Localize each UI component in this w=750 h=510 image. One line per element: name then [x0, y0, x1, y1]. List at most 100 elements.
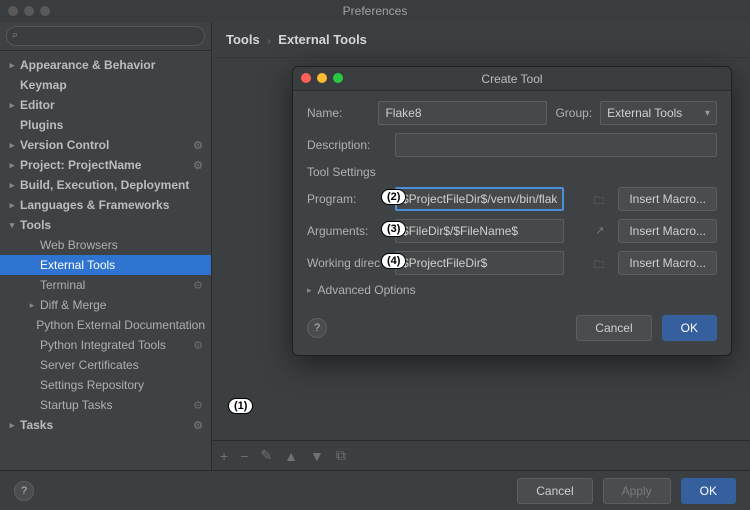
dialog-ok-button[interactable]: OK — [662, 315, 717, 341]
breadcrumb-separator-icon: › — [267, 36, 270, 47]
sidebar-item-label: Web Browsers — [40, 238, 118, 252]
copy-button[interactable]: ⧉ — [336, 447, 346, 464]
sidebar-item-label: Appearance & Behavior — [20, 58, 155, 72]
folder-icon[interactable]: 🗀 — [593, 256, 604, 275]
up-button[interactable]: ▲ — [284, 448, 298, 464]
external-tools-toolbar: + − ✎ ▲ ▼ ⧉ — [212, 440, 750, 470]
gear-icon: ⚙ — [193, 139, 203, 152]
program-input[interactable] — [395, 187, 564, 211]
workdir-input[interactable] — [395, 251, 564, 275]
sidebar-item[interactable]: ▸Tasks⚙ — [0, 415, 211, 435]
advanced-options-toggle[interactable]: ▸ Advanced Options — [307, 283, 717, 297]
sidebar-item[interactable]: ▸Build, Execution, Deployment — [0, 175, 211, 195]
preferences-sidebar: ⌕ ▸Appearance & BehaviorKeymap▸EditorPlu… — [0, 22, 212, 470]
sidebar-item-label: Project: ProjectName — [20, 158, 141, 172]
sidebar-tree: ▸Appearance & BehaviorKeymap▸EditorPlugi… — [0, 51, 211, 470]
tree-arrow-icon: ▾ — [6, 220, 18, 231]
footer-apply-button[interactable]: Apply — [603, 478, 671, 504]
main-panel: Tools › External Tools Create Tool Name:… — [212, 22, 750, 470]
name-input[interactable] — [378, 101, 547, 125]
group-label: Group: — [555, 106, 592, 120]
workdir-insert-macro-button[interactable]: Insert Macro... — [618, 251, 717, 275]
sidebar-item[interactable]: Settings Repository — [0, 375, 211, 395]
program-label: Program: — [307, 192, 387, 206]
group-select-value: External Tools — [607, 106, 682, 120]
dialog-min-dot[interactable] — [317, 73, 327, 83]
edit-button[interactable]: ✎ — [260, 447, 272, 464]
annotation-3: (3) — [381, 221, 406, 237]
chevron-right-icon: ▸ — [307, 285, 312, 296]
window-title: Preferences — [343, 4, 408, 18]
window-close-dot[interactable] — [8, 6, 18, 16]
dialog-max-dot[interactable] — [333, 73, 343, 83]
dialog-cancel-button[interactable]: Cancel — [576, 315, 651, 341]
annotation-4: (4) — [381, 253, 406, 269]
sidebar-item[interactable]: ▸Diff & Merge — [0, 295, 211, 315]
tree-arrow-icon: ▸ — [6, 140, 18, 151]
sidebar-item-label: Python Integrated Tools — [40, 338, 166, 352]
dialog-title: Create Tool — [481, 72, 542, 86]
description-label: Description: — [307, 138, 387, 152]
search-input[interactable] — [6, 26, 205, 46]
sidebar-item[interactable]: Terminal⚙ — [0, 275, 211, 295]
breadcrumb-leaf: External Tools — [278, 32, 367, 47]
dialog-close-dot[interactable] — [301, 73, 311, 83]
tree-arrow-icon: ▸ — [6, 160, 18, 171]
sidebar-item-label: Version Control — [20, 138, 109, 152]
sidebar-item-label: Settings Repository — [40, 378, 144, 392]
sidebar-item[interactable]: External Tools — [0, 255, 211, 275]
gear-icon: ⚙ — [193, 339, 203, 352]
tool-settings-heading: Tool Settings — [307, 165, 717, 179]
add-button[interactable]: + — [220, 448, 228, 464]
breadcrumb: Tools › External Tools — [212, 22, 750, 58]
sidebar-item[interactable]: Python External Documentation — [0, 315, 211, 335]
gear-icon: ⚙ — [193, 399, 203, 412]
footer-ok-button[interactable]: OK — [681, 478, 736, 504]
gear-icon: ⚙ — [193, 279, 203, 292]
arguments-label: Arguments: — [307, 224, 387, 238]
group-select[interactable]: External Tools — [600, 101, 717, 125]
sidebar-item[interactable]: Python Integrated Tools ⚙ — [0, 335, 211, 355]
remove-button[interactable]: − — [240, 448, 248, 464]
window-titlebar: Preferences — [0, 0, 750, 22]
sidebar-item-label: Tools — [20, 218, 51, 232]
footer-help-button[interactable]: ? — [14, 481, 34, 501]
down-button[interactable]: ▼ — [310, 448, 324, 464]
arguments-insert-macro-button[interactable]: Insert Macro... — [618, 219, 717, 243]
annotation-2: (2) — [381, 189, 406, 205]
program-insert-macro-button[interactable]: Insert Macro... — [618, 187, 717, 211]
window-max-dot[interactable] — [40, 6, 50, 16]
sidebar-item-label: Tasks — [20, 418, 53, 432]
arguments-input[interactable] — [395, 219, 564, 243]
tree-arrow-icon: ▸ — [6, 180, 18, 191]
footer-cancel-button[interactable]: Cancel — [517, 478, 592, 504]
sidebar-item[interactable]: ▸Languages & Frameworks — [0, 195, 211, 215]
sidebar-item[interactable]: ▸Appearance & Behavior — [0, 55, 211, 75]
sidebar-item[interactable]: Startup Tasks ⚙ — [0, 395, 211, 415]
gear-icon: ⚙ — [193, 159, 203, 172]
sidebar-item[interactable]: ▸Project: ProjectName ⚙ — [0, 155, 211, 175]
preferences-footer: ? Cancel Apply OK — [0, 470, 750, 510]
sidebar-item-label: Languages & Frameworks — [20, 198, 169, 212]
sidebar-item[interactable]: Keymap — [0, 75, 211, 95]
annotation-1: (1) — [228, 398, 253, 414]
tree-arrow-icon: ▸ — [6, 100, 18, 111]
sidebar-item[interactable]: Web Browsers — [0, 235, 211, 255]
sidebar-item[interactable]: Server Certificates — [0, 355, 211, 375]
sidebar-item[interactable]: ▸Editor — [0, 95, 211, 115]
sidebar-item[interactable]: ▾Tools — [0, 215, 211, 235]
dialog-help-button[interactable]: ? — [307, 318, 327, 338]
sidebar-item[interactable]: ▸Version Control ⚙ — [0, 135, 211, 155]
sidebar-item-label: External Tools — [40, 258, 115, 272]
description-input[interactable] — [395, 133, 717, 157]
sidebar-item[interactable]: Plugins — [0, 115, 211, 135]
window-min-dot[interactable] — [24, 6, 34, 16]
folder-icon[interactable]: 🗀 — [593, 192, 604, 211]
sidebar-item-label: Startup Tasks — [40, 398, 112, 412]
tree-arrow-icon: ▸ — [26, 300, 38, 311]
search-icon: ⌕ — [12, 29, 18, 42]
sidebar-item-label: Plugins — [20, 118, 63, 132]
window-traffic-lights — [8, 6, 50, 16]
expand-icon[interactable]: ↗ — [595, 224, 604, 237]
sidebar-item-label: Build, Execution, Deployment — [20, 178, 189, 192]
